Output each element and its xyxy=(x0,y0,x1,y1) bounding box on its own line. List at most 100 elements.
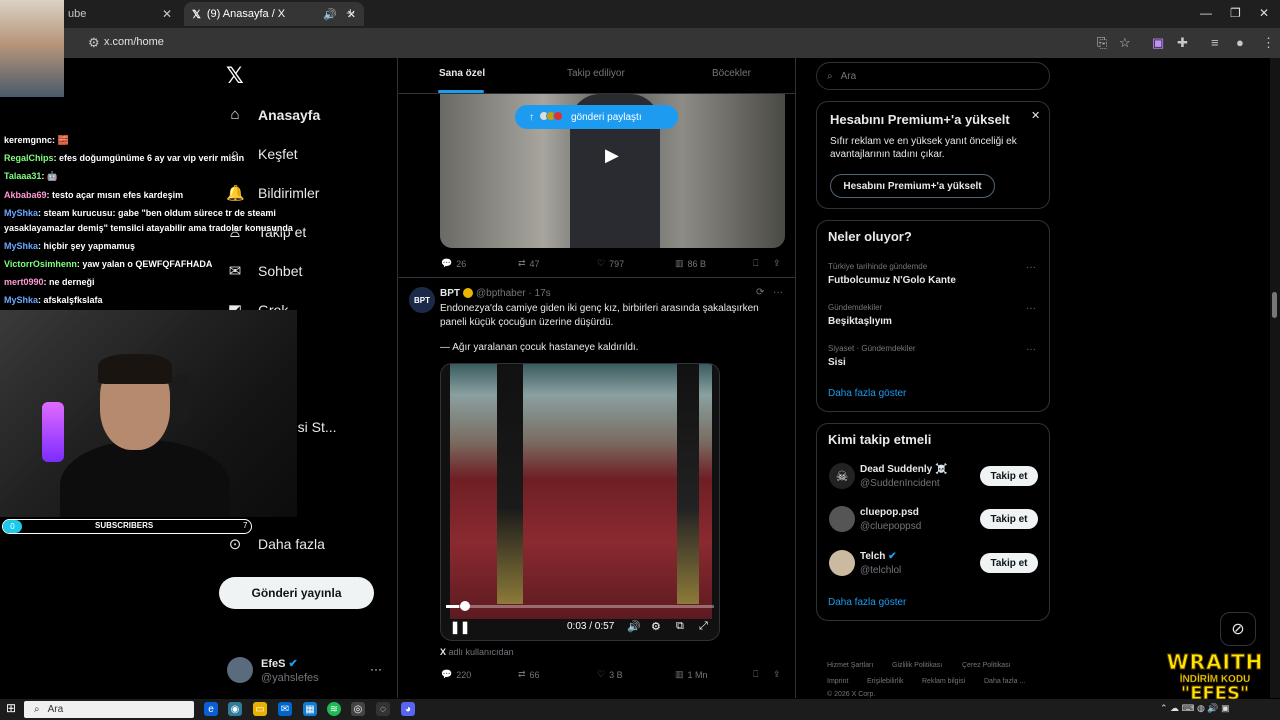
system-tray[interactable]: ⌃ ☁ ⌨ ◍ 🔊 ▣ xyxy=(1160,703,1230,714)
account-name[interactable]: EfeS ✔ xyxy=(261,657,298,670)
speaker-icon[interactable]: 🔊 xyxy=(323,8,337,21)
install-app-icon[interactable]: ⎘ xyxy=(1097,35,1107,51)
follow-suggestion[interactable]: cluepop.psd @cluepoppsd xyxy=(860,507,921,532)
scrollbar-thumb[interactable] xyxy=(1272,292,1277,318)
url-field[interactable]: x.com/home xyxy=(104,36,164,48)
volume-icon[interactable]: 🔊 xyxy=(627,620,641,633)
nav-item-notifications[interactable]: 🔔 Bildirimler xyxy=(226,184,319,202)
reply-button[interactable]: 💬 220 xyxy=(441,669,471,680)
windows-start-icon[interactable]: ⊞ xyxy=(6,701,16,715)
copilot-icon[interactable]: ◉ xyxy=(228,702,242,716)
restore-button[interactable]: ❐ xyxy=(1230,6,1241,20)
show-more-link[interactable]: Daha fazla göster xyxy=(828,388,906,399)
show-more-link[interactable]: Daha fazla göster xyxy=(828,597,906,608)
trend-more-icon[interactable]: ··· xyxy=(1026,262,1036,273)
site-info-icon[interactable]: ⚙ xyxy=(88,35,100,51)
browser-tab[interactable]: ube ✕ xyxy=(60,2,180,26)
video-scrubber-handle[interactable] xyxy=(460,601,470,611)
repost-button[interactable]: ⇄ 47 xyxy=(518,258,540,269)
trend-more-icon[interactable]: ··· xyxy=(1026,303,1036,314)
footer-link[interactable]: Daha fazla ... xyxy=(984,678,1025,685)
grok-float-icon[interactable]: ⊘ xyxy=(1220,612,1256,646)
avatar[interactable]: ☠ xyxy=(829,463,855,489)
like-button[interactable]: ♡ 797 xyxy=(597,258,624,269)
app-icon[interactable]: ◌ xyxy=(376,702,390,716)
repost-button[interactable]: ⇄ 66 xyxy=(518,669,540,680)
grok-icon[interactable]: ⟳ xyxy=(756,287,764,298)
close-tab-icon[interactable]: ✕ xyxy=(162,7,172,21)
nav-item-chat[interactable]: ✉ Sohbet xyxy=(226,262,303,280)
post-author-name[interactable]: BPT xyxy=(440,288,460,299)
browser-menu-icon[interactable]: ⋮ xyxy=(1262,35,1275,51)
video-source[interactable]: X adlı kullanıcıdan xyxy=(440,647,514,657)
follow-suggestion[interactable]: Telch ✔ @telchlol xyxy=(860,551,901,576)
footer-link[interactable]: Reklam bilgisi xyxy=(922,678,965,685)
store-icon[interactable]: ▦ xyxy=(303,702,317,716)
footer-link[interactable]: Imprint xyxy=(827,678,848,685)
avatar[interactable] xyxy=(227,657,253,683)
taskbar-search[interactable]: ⌕ Ara xyxy=(24,701,194,718)
tab-bocekler[interactable]: Böcekler xyxy=(712,68,751,79)
trend-item[interactable]: Gündemdekiler Beşiktaşlıyım xyxy=(828,303,892,327)
bookmark-icon[interactable]: ⎕ xyxy=(753,258,758,269)
close-icon[interactable]: ✕ xyxy=(1031,109,1040,122)
extension-icon[interactable]: ▣ xyxy=(1152,35,1164,51)
edge-icon[interactable]: e xyxy=(204,702,218,716)
nav-item-more[interactable]: ⊙ Daha fazla xyxy=(226,535,325,553)
minimize-button[interactable]: — xyxy=(1200,6,1212,20)
bookmark-star-icon[interactable]: ☆ xyxy=(1119,35,1131,51)
pause-icon[interactable]: ❚❚ xyxy=(450,620,470,634)
tab-following[interactable]: Takip ediliyor xyxy=(567,68,625,79)
spotify-icon[interactable]: ≋ xyxy=(327,702,341,716)
follow-button[interactable]: Takip et xyxy=(980,466,1038,486)
profile-icon[interactable]: ● xyxy=(1236,35,1244,50)
follow-button[interactable]: Takip et xyxy=(980,509,1038,529)
footer-link[interactable]: Çerez Politikası xyxy=(962,662,1011,669)
post-button[interactable]: Gönderi yayınla xyxy=(219,577,374,609)
avatar[interactable] xyxy=(829,550,855,576)
nav-item-home[interactable]: ⌂ Anasayfa xyxy=(226,106,320,123)
more-icon[interactable]: ··· xyxy=(773,287,783,298)
avatar[interactable]: BPT xyxy=(409,287,435,313)
follow-button[interactable]: Takip et xyxy=(980,553,1038,573)
trend-item[interactable]: Türkiye tarihinde gündemde Futbolcumuz N… xyxy=(828,262,956,286)
fullscreen-icon[interactable]: ⤢ xyxy=(699,620,708,633)
new-tab-button[interactable]: + xyxy=(346,5,355,22)
bookmark-icon[interactable]: ⎕ xyxy=(753,669,758,680)
share-icon[interactable]: ⇪ xyxy=(773,258,781,269)
post-author-handle[interactable]: @bpthaber · 17s xyxy=(476,288,551,299)
follow-suggestion[interactable]: Dead Suddenly ☠️ @SuddenIncident xyxy=(860,464,947,489)
new-posts-pill[interactable]: ↑ gönderi paylaştı xyxy=(515,105,678,129)
tab-for-you[interactable]: Sana özel xyxy=(439,68,485,79)
close-window-button[interactable]: ✕ xyxy=(1259,6,1269,20)
trend-item[interactable]: Siyaset · Gündemdekiler Sisi xyxy=(828,344,916,368)
post-video[interactable] xyxy=(440,363,720,641)
account-more-icon[interactable]: ··· xyxy=(370,662,382,676)
premium-upgrade-button[interactable]: Hesabını Premium+'a yükselt xyxy=(830,174,995,198)
footer-link[interactable]: Gizlilik Politikası xyxy=(892,662,942,669)
chrome-icon[interactable]: ◎ xyxy=(351,702,365,716)
x-logo-icon[interactable]: 𝕏 xyxy=(226,64,244,89)
scrollbar[interactable] xyxy=(1270,58,1280,698)
extensions-puzzle-icon[interactable]: ✚ xyxy=(1177,35,1188,51)
footer-link[interactable]: Erişilebilirlik xyxy=(867,678,904,685)
avatar[interactable] xyxy=(829,506,855,532)
media-controls-icon[interactable]: ≡ xyxy=(1211,35,1219,50)
discord-icon[interactable]: ◕ xyxy=(401,702,415,716)
share-icon[interactable]: ⇪ xyxy=(773,669,781,680)
video-progress-bar[interactable] xyxy=(446,605,714,608)
reply-icon: 💬 xyxy=(441,258,453,268)
trend-more-icon[interactable]: ··· xyxy=(1026,344,1036,355)
footer-link[interactable]: Hizmet Şartları xyxy=(827,662,873,669)
mail-icon[interactable]: ✉ xyxy=(278,702,292,716)
views-button[interactable]: ▥ 86 B xyxy=(675,258,706,269)
reply-button[interactable]: 💬 26 xyxy=(441,258,466,269)
like-button[interactable]: ♡ 3 B xyxy=(597,669,623,680)
settings-gear-icon[interactable]: ⚙ xyxy=(651,620,661,633)
file-explorer-icon[interactable]: ▭ xyxy=(253,702,267,716)
browser-tab-active[interactable]: 𝕏 (9) Anasayfa / X 🔊 ✕ xyxy=(184,2,364,26)
pip-icon[interactable]: ⧉ xyxy=(676,620,684,633)
search-input[interactable]: ⌕ Ara xyxy=(816,62,1050,90)
views-button[interactable]: ▥ 1 Mn xyxy=(675,669,708,680)
play-icon[interactable]: ▶ xyxy=(605,145,619,166)
